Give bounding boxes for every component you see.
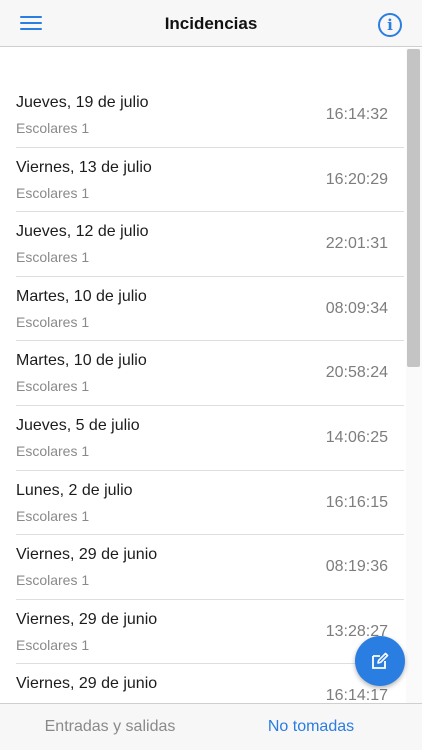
scrollbar-thumb[interactable]: [407, 49, 420, 367]
tab-entradas-y-salidas[interactable]: Entradas y salidas: [0, 704, 220, 750]
item-subtitle: Escolares 1: [16, 120, 90, 136]
item-time: 16:14:17: [325, 687, 388, 703]
list-item[interactable]: Viernes, 29 de junio Escolares 1 08:19:36: [16, 535, 404, 600]
item-subtitle: Escolares 1: [16, 249, 90, 266]
item-subtitle: Escolares 1: [16, 636, 90, 653]
item-time: 20:58:24: [325, 364, 388, 382]
list-item[interactable]: Jueves, 12 de julio Escolares 1 22:01:31: [16, 212, 404, 277]
list-item[interactable]: Lunes, 2 de julio Escolares 1 16:16:15: [16, 471, 404, 536]
item-date: Lunes, 2 de julio: [16, 481, 133, 499]
item-subtitle: Escolares 1: [16, 572, 90, 589]
list-item[interactable]: Martes, 10 de julio Escolares 1 20:58:24: [16, 341, 404, 406]
list-item[interactable]: Viernes, 13 de julio Escolares 1 16:20:29: [16, 148, 404, 213]
item-date: Jueves, 5 de julio: [16, 416, 140, 434]
page-title: Incidencias: [164, 14, 258, 33]
info-icon[interactable]: i: [378, 13, 402, 37]
item-subtitle: Escolares 1: [16, 378, 90, 395]
item-date: Jueves, 19 de julio: [16, 94, 149, 111]
new-incident-button[interactable]: [355, 636, 405, 686]
list-item[interactable]: Martes, 10 de julio Escolares 1 08:09:34: [16, 277, 404, 342]
item-time: 16:20:29: [325, 170, 388, 188]
item-time: 08:19:36: [325, 558, 388, 576]
item-date: Viernes, 29 de junio: [16, 610, 158, 628]
item-time: 08:09:34: [325, 299, 388, 317]
list-item[interactable]: Viernes, 29 de junioEscolares 116:14:17: [16, 664, 404, 703]
item-time: 16:16:15: [325, 493, 388, 511]
header-bar: Incidencias i: [0, 0, 422, 47]
list-item[interactable]: Viernes, 29 de junio Escolares 1 13:28:27: [16, 600, 404, 665]
item-time: 14:06:25: [325, 428, 388, 446]
app-screen: Incidencias i Jueves, 19 de julio Escolar…: [0, 0, 422, 750]
tab-no-tomadas[interactable]: No tomadas: [220, 704, 402, 750]
item-time: 22:01:31: [325, 235, 388, 253]
item-date: Martes, 10 de julio: [16, 352, 147, 370]
item-date: Jueves, 12 de julio: [16, 223, 149, 241]
incidents-list-container[interactable]: Jueves, 19 de julio Escolares 1 16:14:32 Vi…: [0, 48, 422, 703]
list-item[interactable]: Jueves, 5 de julio Escolares 1 14:06:25: [16, 406, 404, 471]
edit-icon: [372, 652, 389, 669]
item-date: Viernes, 29 de junio: [16, 546, 158, 564]
item-subtitle: Escolares 1: [16, 507, 90, 524]
item-subtitle: Escolares 1: [16, 184, 90, 201]
item-subtitle: Escolares 1: [16, 442, 90, 459]
list-item[interactable]: Jueves, 19 de julio Escolares 1 16:14:32: [16, 83, 404, 148]
item-subtitle: Escolares 1: [16, 313, 90, 330]
item-date: Viernes, 13 de julio: [16, 158, 152, 176]
item-date: Viernes, 29 de junio: [16, 675, 158, 693]
item-time: 16:14:32: [325, 106, 388, 123]
bottom-tab-bar: Entradas y salidas No tomadas: [0, 703, 422, 750]
item-date: Martes, 10 de julio: [16, 287, 147, 305]
incidents-list: Jueves, 19 de julio Escolares 1 16:14:32 Vi…: [0, 83, 404, 703]
hamburger-menu-icon[interactable]: [20, 16, 42, 32]
